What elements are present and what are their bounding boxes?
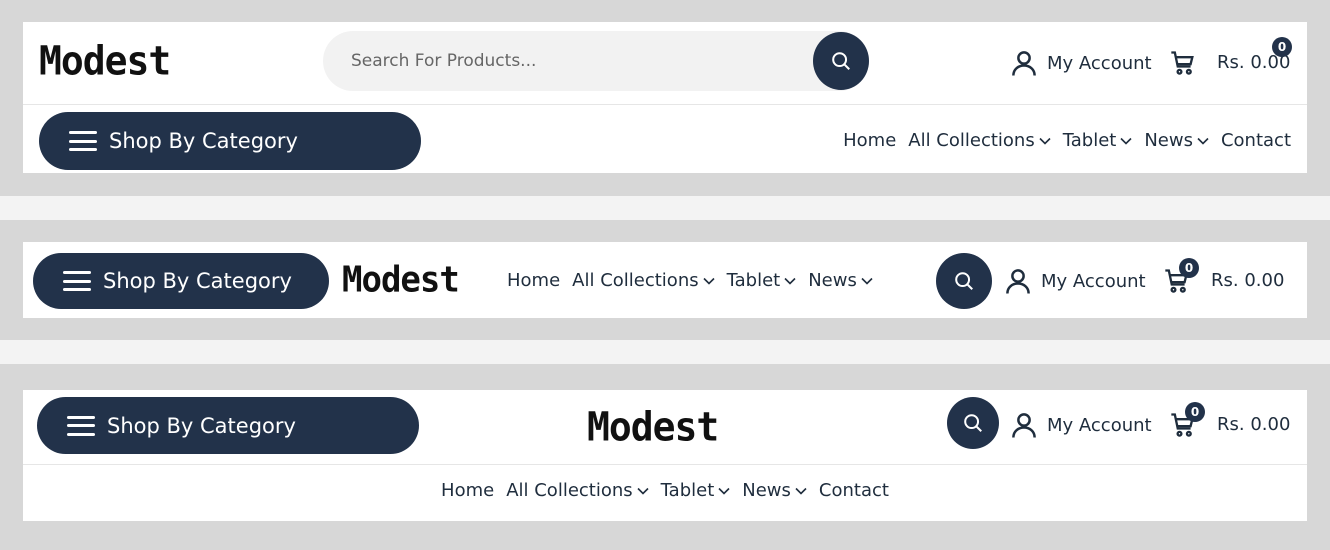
nav-news-label: News [742,480,791,501]
cart-total: Rs. 0.00 [1211,270,1285,291]
nav-all-collections[interactable]: All Collections [908,130,1051,151]
header-variant-2: Shop By Category Modest Home All Collect… [23,242,1307,318]
divider [23,104,1307,105]
chevron-down-icon [1039,137,1051,145]
nav-all-collections-label: All Collections [908,130,1035,151]
shop-by-category-button[interactable]: Shop By Category [33,253,329,309]
nav-contact-label: Contact [818,480,889,501]
chevron-down-icon [637,487,649,495]
hamburger-icon [63,271,91,291]
my-account-link[interactable]: My Account [1009,410,1152,440]
chevron-down-icon [1197,137,1209,145]
cart-button[interactable]: 0 [1163,258,1199,300]
nav-home[interactable]: Home [507,270,560,291]
cart-button[interactable]: 0 [1169,402,1205,444]
chevron-down-icon [1120,137,1132,145]
nav-news-label: News [808,270,857,291]
search-icon [955,272,973,290]
nav-contact-label: Contact [1220,130,1291,151]
chevron-down-icon [784,277,796,285]
nav-news-label: News [1144,130,1193,151]
main-nav: Home All Collections Tablet News [507,270,873,291]
nav-home-label: Home [441,480,495,501]
shop-by-category-label: Shop By Category [109,129,298,153]
chevron-down-icon [795,487,807,495]
search-icon [832,52,850,70]
nav-home[interactable]: Home [441,480,494,501]
nav-news[interactable]: News [1144,130,1209,151]
nav-home-label: Home [843,130,897,151]
logo[interactable]: Modest [39,41,171,81]
logo[interactable]: Modest [587,407,719,447]
my-account-link[interactable]: My Account [1003,266,1146,296]
nav-all-collections-label: All Collections [506,480,633,501]
header-variant-3: Shop By Category Modest My Account 0 Rs.… [23,390,1307,521]
user-icon [1012,413,1036,438]
search-button[interactable] [947,397,999,449]
cart-total: Rs. 0.00 [1217,414,1291,435]
nav-contact[interactable]: Contact [1221,130,1291,151]
hamburger-icon [67,415,95,436]
chevron-down-icon [861,277,873,285]
user-icon [1006,269,1030,294]
nav-tablet-label: Tablet [726,270,781,291]
nav-all-collections[interactable]: All Collections [506,480,649,501]
nav-tablet-label: Tablet [1062,130,1117,151]
search-button[interactable] [936,253,992,309]
logo[interactable]: Modest [342,262,460,298]
chevron-down-icon [703,277,715,285]
my-account-label: My Account [1047,414,1152,436]
nav-all-collections-label: All Collections [572,270,699,291]
shop-by-category-label: Shop By Category [103,269,292,293]
nav-all-collections[interactable]: All Collections [572,270,715,291]
nav-tablet[interactable]: Tablet [661,480,731,501]
my-account-link[interactable]: My Account [1009,48,1152,78]
shop-by-category-label: Shop By Category [107,413,296,438]
divider [23,464,1307,465]
chevron-down-icon [718,487,730,495]
nav-home-label: Home [507,270,561,291]
nav-tablet[interactable]: Tablet [1063,130,1133,151]
my-account-label: My Account [1041,270,1146,292]
header-variant-1: Modest My Account Rs. 0.00 0 Shop By Cat… [23,22,1307,173]
search-button[interactable] [813,32,869,90]
search-bar [323,31,869,91]
nav-tablet-label: Tablet [660,480,715,501]
nav-contact[interactable]: Contact [819,480,889,501]
search-icon [964,414,982,432]
cart-count-badge: 0 [1179,258,1199,278]
nav-home[interactable]: Home [843,130,896,151]
nav-news[interactable]: News [742,480,807,501]
main-nav: Home All Collections Tablet News Contact [843,130,1291,151]
nav-tablet[interactable]: Tablet [727,270,797,291]
cart-count-badge: 0 [1272,37,1292,57]
cart-count-badge: 0 [1185,402,1205,422]
nav-news[interactable]: News [808,270,873,291]
main-nav: Home All Collections Tablet News Contact [23,480,1307,501]
search-input[interactable] [323,51,783,71]
shop-by-category-button[interactable]: Shop By Category [39,112,421,170]
cart-button[interactable] [1169,48,1197,82]
cart-icon [1171,51,1194,75]
shop-by-category-button[interactable]: Shop By Category [37,397,419,454]
my-account-label: My Account [1047,52,1152,74]
hamburger-icon [69,131,97,151]
user-icon [1012,51,1036,76]
